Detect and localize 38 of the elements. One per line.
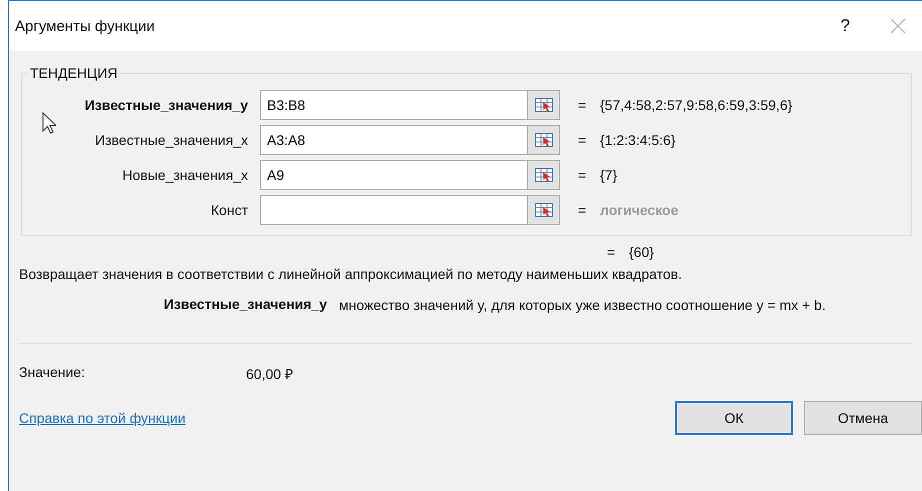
window-title: Аргументы функции [15,18,156,34]
equals-sign: = [578,166,588,182]
ok-button[interactable]: ОК [675,401,793,435]
argument-label: Новые_значения_x [121,166,249,182]
argument-result: {7} [600,166,618,182]
equals-sign: = [578,132,588,148]
table-icon [534,202,552,216]
range-picker-button[interactable] [528,124,560,154]
pointer-icon [42,112,56,134]
cancel-button[interactable]: Отмена [804,401,922,435]
input-field[interactable] [260,194,528,224]
function-description: Возвращает значения в соответствии с линейной аппроксимацией по методу наименьших квадратов. [19,266,683,282]
argument-label: Известные_значения_x [94,132,249,148]
input-field[interactable]: A3:A8 [260,124,528,154]
table-icon [534,132,552,146]
value-text: 60,00 ₽ [246,365,293,383]
argument-result: {57,4:58,2:57,9:58,6:59,3:59,6} [600,96,792,112]
input-field[interactable]: B3:B8 [260,90,528,120]
table-icon [534,98,552,112]
equals-sign: = [578,96,588,112]
formula-result: {60} [629,244,654,260]
argument-result: {1:2:3:4:5:6} [600,132,676,148]
equals-sign: = [578,202,588,218]
range-picker-button[interactable] [528,194,560,224]
argument-description: множество значений y, для которых уже известно соотношение y = mx + b. [339,296,827,315]
input-field[interactable]: A9 [260,160,528,190]
argument-label: Конст [210,202,249,218]
help-button[interactable]: ? [840,16,850,36]
range-picker-button[interactable] [528,160,560,190]
argument-label: Известные_значения_y [84,96,249,112]
range-picker-button[interactable] [528,90,560,120]
value-label: Значение: [19,364,86,382]
help-link[interactable]: Справка по этой функции [19,410,664,426]
table-icon [534,168,552,182]
equals-sign: = [607,244,616,260]
argument-name: Известные_значения_y [162,296,328,314]
argument-result: логическое [600,202,678,218]
function-name: ТЕНДЕНЦИЯ [29,65,118,81]
